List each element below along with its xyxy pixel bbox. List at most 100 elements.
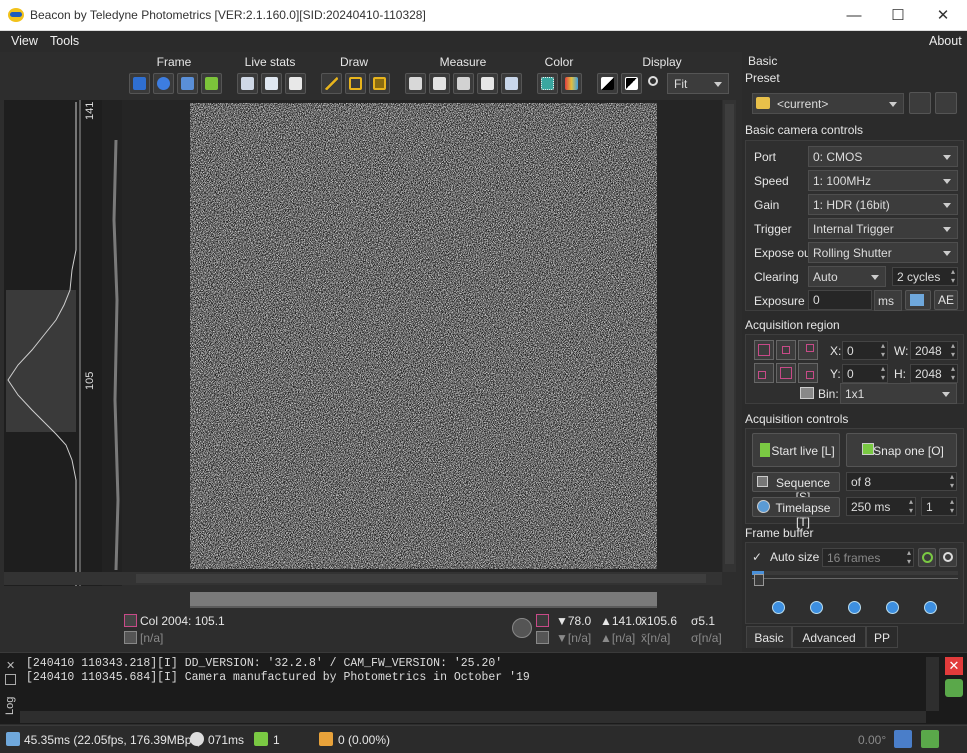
measure-align-button[interactable] [405, 73, 426, 94]
prev-frame-button[interactable] [810, 601, 823, 614]
auto-size-checkbox[interactable]: ✓ [752, 550, 764, 564]
maximize-button[interactable]: ☐ [875, 0, 921, 31]
horizontal-scrollbar[interactable] [122, 572, 722, 585]
bin-select[interactable]: 1x1 [840, 383, 957, 404]
cursor-icon [124, 614, 137, 627]
h-spin[interactable]: 2048 [910, 364, 958, 383]
draw-line-button[interactable] [321, 73, 342, 94]
y-spin[interactable]: 0 [842, 364, 888, 383]
region-bottomright-button[interactable] [798, 363, 818, 383]
region-center-button[interactable] [776, 340, 796, 360]
windows-button[interactable] [177, 73, 198, 94]
zoom-select[interactable]: Fit [667, 73, 729, 94]
exposure-mode-button[interactable] [905, 290, 931, 310]
speed-select[interactable]: 1: 100MHz [808, 170, 958, 191]
clean-button[interactable] [201, 73, 222, 94]
clear-log-button[interactable]: ✕ [945, 657, 963, 675]
tab-basic[interactable]: Basic [746, 626, 792, 648]
expose-out-select[interactable]: Rolling Shutter [808, 242, 958, 263]
region-full-button[interactable] [754, 340, 774, 360]
zoom-button[interactable] [645, 73, 666, 94]
region-topright-button[interactable] [798, 340, 818, 360]
save-button[interactable] [129, 73, 150, 94]
timelapse-interval-spin[interactable]: 250 ms [846, 497, 916, 516]
log-close-icon[interactable]: ✕ [6, 659, 15, 672]
roi-center-icon [782, 346, 790, 354]
last-frame-button[interactable] [924, 601, 937, 614]
log-panel: ✕ Log [240410 110343.218][I] DD_VERSION:… [0, 652, 967, 724]
measure-bars-button[interactable] [477, 73, 498, 94]
tab-pp[interactable]: PP [866, 626, 898, 648]
menu-about[interactable]: About [929, 34, 962, 48]
log-line: [240410 110345.684][I] Camera manufactur… [26, 671, 530, 684]
stat-sigma-na: σ[n/a] [691, 631, 722, 645]
info-button[interactable] [153, 73, 174, 94]
display-invert-button[interactable] [621, 73, 642, 94]
group-color-label: Color [544, 55, 574, 69]
minimize-button[interactable]: — [831, 0, 877, 31]
play-button[interactable] [848, 601, 861, 614]
port-label: Port [754, 150, 777, 164]
acq-section-title: Acquisition controls [745, 412, 849, 426]
tab-advanced[interactable]: Advanced [792, 626, 866, 648]
stats-table-button[interactable] [237, 73, 258, 94]
menu-tools[interactable]: Tools [50, 34, 79, 48]
region-draw-button[interactable] [776, 363, 796, 383]
color-grid-button[interactable] [537, 73, 558, 94]
display-contrast-button[interactable] [597, 73, 618, 94]
chart-button[interactable] [894, 730, 912, 748]
search-icon [943, 552, 953, 562]
port-select[interactable]: 0: CMOS [808, 146, 958, 167]
log-hscroll[interactable] [20, 711, 926, 723]
first-frame-button[interactable] [772, 601, 785, 614]
log-float-icon[interactable] [5, 674, 16, 685]
x-spin[interactable]: 0 [842, 341, 888, 360]
color-palette-button[interactable] [561, 73, 582, 94]
save-icon [133, 77, 146, 90]
measure-profile-button[interactable] [429, 73, 450, 94]
roi-draw-icon [780, 367, 792, 379]
menu-view[interactable]: View [11, 34, 38, 48]
buffer-refresh-button[interactable] [918, 548, 936, 567]
buffer-slider-handle[interactable] [754, 574, 764, 586]
exposure-unit-select[interactable]: ms [874, 290, 902, 311]
log-settings-button[interactable] [945, 679, 963, 697]
trigger-select[interactable]: Internal Trigger [808, 218, 958, 239]
buffer-slider-track[interactable] [752, 578, 958, 579]
vertical-scrollbar[interactable] [723, 100, 736, 572]
refresh-stats-icon[interactable] [512, 618, 532, 638]
roi2-stats-icon [536, 631, 549, 644]
exposure-readout: 071ms [208, 733, 245, 747]
draw-rect-button[interactable] [345, 73, 366, 94]
left-hscroll[interactable] [4, 572, 122, 585]
preset-save-button[interactable] [909, 92, 931, 114]
stat-mean: x̄105.6 [641, 614, 678, 628]
stat-min-na: ▼[n/a] [556, 631, 592, 645]
gain-select[interactable]: 1: HDR (16bit) [808, 194, 958, 215]
region-bottomleft-button[interactable] [754, 363, 774, 383]
sequence-count-spin[interactable]: of 8 [846, 472, 957, 491]
measure-table-button[interactable] [501, 73, 522, 94]
buffer-search-button[interactable] [939, 548, 957, 567]
timelapse-count-spin[interactable]: 1 [921, 497, 957, 516]
next-frame-button[interactable] [886, 601, 899, 614]
camera-image[interactable] [190, 103, 657, 569]
stat-mean-na: x̄[n/a] [641, 631, 671, 645]
preset-select[interactable]: <current> [752, 93, 904, 114]
measure-trend-button[interactable] [453, 73, 474, 94]
close-button[interactable]: ✕ [920, 0, 966, 31]
clearing-cycles-spin[interactable]: 2 cycles [892, 267, 958, 286]
stats-histogram-button[interactable] [285, 73, 306, 94]
auto-exposure-button[interactable]: AE [934, 290, 958, 310]
log-vscroll[interactable] [926, 657, 939, 711]
clearing-select[interactable]: Auto [808, 266, 886, 287]
hist-mid-value: 105 [84, 371, 96, 390]
frames-spin[interactable]: 16 frames [822, 548, 914, 567]
preset-load-button[interactable] [935, 92, 957, 114]
w-spin[interactable]: 2048 [910, 341, 958, 360]
sync-button[interactable] [921, 730, 939, 748]
draw-multi-rect-button[interactable] [369, 73, 390, 94]
stats-plot-button[interactable] [261, 73, 282, 94]
exposure-input[interactable]: 0 [808, 290, 872, 310]
multi-rectangle-icon [373, 77, 386, 90]
